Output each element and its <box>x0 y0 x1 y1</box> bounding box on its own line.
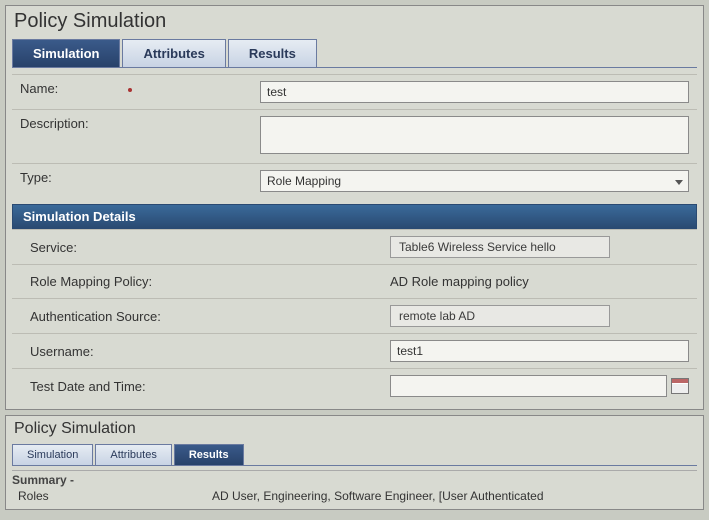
username-label: Username: <box>12 334 382 369</box>
rmp-value: AD Role mapping policy <box>390 271 689 292</box>
auth-src-label: Authentication Source: <box>12 299 382 334</box>
page-title-bottom: Policy Simulation <box>6 416 703 440</box>
tab2-simulation[interactable]: Simulation <box>12 444 93 465</box>
tab-simulation[interactable]: Simulation <box>12 39 120 67</box>
description-input[interactable] <box>260 116 689 154</box>
policy-simulation-bottom: Policy Simulation Simulation Attributes … <box>5 415 704 510</box>
roles-value: AD User, Engineering, Software Engineer,… <box>212 489 697 503</box>
type-select-wrap: Role Mapping <box>260 170 689 192</box>
calendar-icon[interactable] <box>671 378 689 394</box>
name-label: Name: <box>12 75 252 110</box>
tab2-results[interactable]: Results <box>174 444 244 465</box>
rmp-label: Role Mapping Policy: <box>12 265 382 299</box>
tab-attributes[interactable]: Attributes <box>122 39 225 67</box>
roles-label: Roles <box>12 489 212 503</box>
tabs-bottom: Simulation Attributes Results <box>12 444 697 466</box>
form-table: Name: Description: Type: Role Mapping <box>12 74 697 198</box>
type-label: Type: <box>12 164 252 199</box>
testdate-label: Test Date and Time: <box>12 369 382 404</box>
tabs-top: Simulation Attributes Results <box>12 39 697 68</box>
auth-src-value: remote lab AD <box>390 305 610 327</box>
summary-label: Summary - <box>12 470 697 487</box>
service-value: Table6 Wireless Service hello <box>390 236 610 258</box>
tab-results[interactable]: Results <box>228 39 317 67</box>
type-select[interactable]: Role Mapping <box>260 170 689 192</box>
simulation-details-header: Simulation Details <box>12 204 697 229</box>
testdate-input[interactable] <box>390 375 667 397</box>
description-label: Description: <box>12 110 252 164</box>
roles-row: Roles AD User, Engineering, Software Eng… <box>12 489 697 503</box>
tab2-attributes[interactable]: Attributes <box>95 444 171 465</box>
page-title: Policy Simulation <box>6 6 703 35</box>
name-input[interactable] <box>260 81 689 103</box>
details-table: Service: Table6 Wireless Service hello R… <box>12 229 697 403</box>
policy-simulation-top: Policy Simulation Simulation Attributes … <box>5 5 704 410</box>
service-label: Service: <box>12 230 382 265</box>
required-dot-icon <box>128 88 132 92</box>
username-input[interactable] <box>390 340 689 362</box>
